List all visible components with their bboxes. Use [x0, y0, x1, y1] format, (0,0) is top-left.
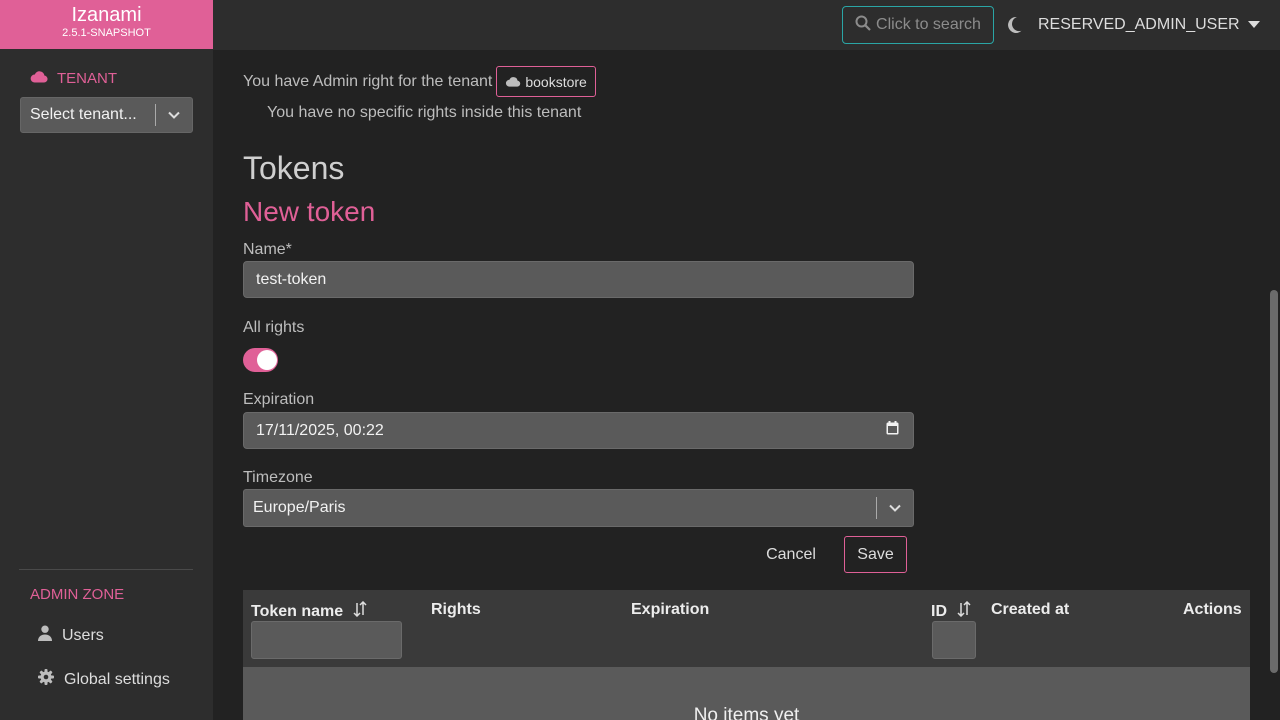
- sidebar-item-global-settings-label: Global settings: [64, 670, 170, 688]
- sidebar-item-users[interactable]: Users: [38, 625, 104, 646]
- column-expiration: Expiration: [631, 601, 710, 618]
- cancel-button[interactable]: Cancel: [760, 536, 822, 573]
- column-id[interactable]: ID: [931, 600, 972, 622]
- column-actions: Actions: [1183, 601, 1242, 618]
- sidebar-divider: [19, 569, 193, 570]
- sidebar-item-global-settings[interactable]: Global settings: [38, 669, 170, 690]
- tenant-heading: TENANT: [30, 70, 117, 87]
- sort-icon[interactable]: [352, 600, 368, 622]
- user-menu[interactable]: RESERVED_ADMIN_USER: [1038, 16, 1260, 34]
- save-button[interactable]: Save: [844, 536, 907, 573]
- username: RESERVED_ADMIN_USER: [1038, 16, 1240, 33]
- timezone-label: Timezone: [243, 469, 313, 486]
- search-icon: [855, 15, 871, 36]
- tokens-table-header: Token name Rights Expiration ID Created …: [243, 590, 1250, 667]
- form-title: New token: [243, 196, 376, 227]
- name-label: Name*: [243, 241, 292, 258]
- tenant-badge[interactable]: bookstore: [496, 66, 596, 97]
- expiration-label: Expiration: [243, 391, 315, 408]
- moon-icon[interactable]: [1006, 16, 1022, 39]
- all-rights-toggle[interactable]: [243, 348, 278, 372]
- caret-down-icon: [1247, 16, 1260, 34]
- name-input-value: test-token: [256, 270, 327, 288]
- sort-icon[interactable]: [956, 600, 972, 622]
- column-token-name[interactable]: Token name: [251, 600, 368, 622]
- id-filter-input[interactable]: [932, 621, 976, 659]
- app-version: 2.5.1-SNAPSHOT: [62, 27, 151, 39]
- column-rights: Rights: [431, 601, 481, 618]
- toggle-knob: [257, 350, 277, 370]
- app-name: Izanami: [71, 4, 142, 26]
- scrollbar-thumb[interactable]: [1270, 290, 1278, 673]
- column-id-label: ID: [931, 602, 947, 620]
- column-created-at: Created at: [991, 601, 1070, 618]
- page-title: Tokens: [243, 150, 345, 186]
- top-bar: Click to search RESERVED_ADMIN_USER: [213, 0, 1280, 50]
- admin-rights-text: You have Admin right for the tenant: [243, 72, 493, 90]
- tenant-select[interactable]: Select tenant...: [20, 97, 193, 133]
- search-button[interactable]: Click to search: [842, 6, 994, 44]
- admin-zone-label: ADMIN ZONE: [30, 586, 125, 603]
- chevron-down-icon[interactable]: [156, 98, 192, 132]
- tenant-label: TENANT: [57, 70, 117, 87]
- gear-icon: [38, 669, 54, 690]
- user-icon: [38, 625, 52, 646]
- no-rights-text: You have no specific rights inside this …: [267, 104, 582, 121]
- brand-logo[interactable]: Izanami 2.5.1-SNAPSHOT: [0, 0, 213, 49]
- expiration-input[interactable]: 17/11/2025, 00:22: [243, 412, 914, 449]
- timezone-select-value: Europe/Paris: [253, 499, 346, 516]
- all-rights-label: All rights: [243, 319, 305, 336]
- name-input[interactable]: test-token: [243, 261, 914, 298]
- expiration-input-value: 17/11/2025, 00:22: [256, 421, 384, 439]
- empty-table-text: No items yet: [693, 705, 800, 720]
- cloud-icon: [30, 70, 48, 87]
- token-name-filter-input[interactable]: [251, 621, 402, 659]
- search-button-label: Click to search: [876, 16, 981, 33]
- cloud-icon: [505, 74, 521, 90]
- tenant-badge-label: bookstore: [525, 73, 587, 90]
- chevron-down-icon[interactable]: [877, 490, 913, 526]
- calendar-icon[interactable]: [886, 421, 899, 440]
- tokens-table-body: No items yet: [243, 667, 1250, 720]
- sidebar-item-users-label: Users: [62, 626, 104, 644]
- tenant-select-value: Select tenant...: [30, 106, 137, 123]
- admin-rights-line: You have Admin right for the tenant book…: [243, 66, 596, 97]
- timezone-select[interactable]: Europe/Paris: [243, 489, 914, 527]
- column-token-name-label: Token name: [251, 602, 344, 620]
- sidebar: Izanami 2.5.1-SNAPSHOT TENANT Select ten…: [0, 0, 213, 720]
